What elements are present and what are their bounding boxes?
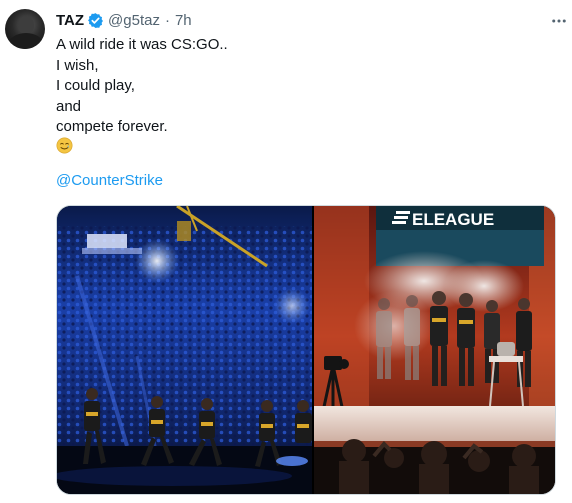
eleague-banner-text: ELEAGUE	[412, 210, 494, 229]
tweet-text-line: A wild ride it was CS:GO..	[56, 36, 228, 53]
tweet-text-line: compete forever.	[56, 118, 168, 135]
tweet-text-line: and	[56, 97, 82, 115]
tweet-text: A wild ride it was CS:GO.. I wish, I cou…	[56, 35, 228, 159]
media-photo-eleague[interactable]: ELEAGUE	[314, 206, 555, 494]
tweet-text-line: I could play,	[56, 77, 135, 94]
verified-badge-icon	[87, 12, 104, 29]
avatar-head	[18, 16, 34, 34]
avatar-shoulders	[9, 33, 43, 49]
separator-dot: ·	[164, 11, 170, 29]
more-options-icon[interactable]	[550, 12, 568, 30]
tweet-timestamp[interactable]: 7h	[175, 12, 192, 29]
tweet-media[interactable]: ELEAGUE	[56, 205, 556, 495]
author-name[interactable]: TAZ	[56, 12, 84, 29]
tweet-header: TAZ @g5taz · 7h	[56, 10, 192, 30]
author-handle[interactable]: @g5taz	[108, 12, 160, 29]
media-photo-arena[interactable]	[57, 206, 312, 494]
smiling-tear-emoji	[56, 137, 228, 159]
mention-link[interactable]: @CounterStrike	[56, 172, 163, 189]
avatar[interactable]	[5, 9, 45, 49]
tweet-text-line: I wish,	[56, 56, 99, 74]
